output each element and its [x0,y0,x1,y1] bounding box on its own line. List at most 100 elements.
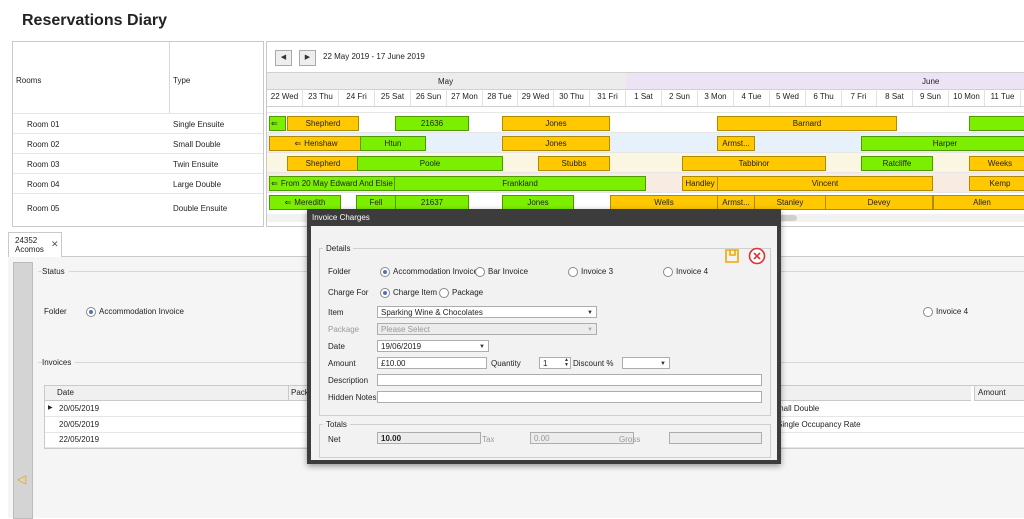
day-column-header: 24 Fri [339,88,375,106]
booking-block[interactable]: Handley [682,176,718,191]
date-value: 19/06/2019 [381,342,422,351]
day-column-header: 8 Sat [877,88,913,106]
invoice-4-radio[interactable]: Invoice 4 [923,307,968,317]
booking-block[interactable]: Vincent [717,176,933,191]
invoice-4-radio[interactable]: Invoice 4 [663,267,708,277]
accommodation-invoice-radio[interactable]: Accommodation Invoice [86,307,184,317]
next-period-button[interactable]: ▶ [299,50,316,66]
prev-period-button[interactable]: ◀ [275,50,292,66]
save-icon[interactable] [723,247,741,265]
booking-label: Henshaw [304,139,338,148]
booking-block[interactable]: Wells [610,195,718,210]
booking-block[interactable]: Fell [356,195,396,210]
booking-block[interactable]: ⇐ [269,116,286,131]
day-column-header: 23 Thu [303,88,339,106]
booking-block[interactable]: Jones [502,136,610,151]
expand-arrow-icon[interactable]: ◁ [17,472,26,486]
continues-left-icon: ⇐ [271,179,278,188]
room-row[interactable]: Room 04 Large Double [13,173,263,194]
bar-invoice-radio[interactable]: Bar Invoice [475,267,528,277]
booking-block[interactable]: Stanley [754,195,826,210]
quantity-stepper[interactable]: 1 ▲ ▼ [539,357,571,369]
date-column-header[interactable]: Date [45,386,297,401]
booking-label: Frankland [502,179,538,188]
arrow-right-icon: ▶ [304,54,311,61]
room-row[interactable]: Room 02 Small Double [13,133,263,154]
room-type: Large Double [173,180,222,189]
booking-block[interactable]: Shepherd [287,116,359,131]
booking-block[interactable]: Ratcliffe [861,156,933,171]
day-column-header: 22 Wed [267,88,303,106]
spinner-arrows-icon[interactable]: ▲ ▼ [564,358,569,368]
booking-label: Armst... [722,139,750,148]
booking-block[interactable]: Armst... [717,195,755,210]
booking-block[interactable]: ⇐ Meredith [269,195,341,210]
charge-item-radio[interactable]: Charge Item [380,288,437,298]
day-column-header: 9 Sun [913,88,949,106]
booking-block[interactable]: Armst... [717,136,755,151]
item-select[interactable]: Sparking Wine & Chocolates ▼ [377,306,597,318]
folder-label: Folder [328,267,351,276]
amount-input[interactable]: £10.00 [377,357,487,369]
amount-column-header[interactable]: Amount [974,386,1024,401]
collapse-strip[interactable]: ◁ [13,262,33,519]
booking-label: Harper [932,139,958,148]
booking-block[interactable]: Shepherd [287,156,359,171]
radio-label: Accommodation Invoice [393,267,478,277]
booking-block[interactable]: Poole [357,156,503,171]
booking-block[interactable]: 21636 [395,116,469,131]
description-input[interactable] [377,374,762,386]
booking-block[interactable]: Kemp [969,176,1024,191]
date-picker[interactable]: 19/06/2019 ▼ [377,340,489,352]
booking-block[interactable]: Htun [360,136,426,151]
calendar-room-row[interactable]: Shepherd Poole Stubbs Tabbinor Ratcliffe Week… [267,152,1024,173]
hidden-notes-input[interactable] [377,391,762,403]
item-value: Sparking Wine & Chocolates [381,308,483,317]
booking-block[interactable]: Stubbs [538,156,610,171]
document-tab[interactable]: 24352 Acomos ✕ [8,232,62,257]
day-header: 22 Wed 23 Thu 24 Fri 25 Sat 26 Sun 27 Mon 28 T… [267,88,1024,107]
booking-block[interactable]: Frankland [394,176,646,191]
calendar-room-row[interactable]: ⇐ Henshaw Htun Jones Armst... Harper [267,132,1024,153]
folder-label: Folder [44,307,67,316]
booking-block[interactable]: ⇐ From 20 May Edward And Elsie [269,176,395,191]
booking-label: Devey [867,198,891,207]
booking-block[interactable]: Barnard [717,116,897,131]
booking-label: Htun [384,139,402,148]
room-row[interactable]: Room 03 Twin Ensuite [13,153,263,174]
status-legend: Status [42,267,69,276]
room-type: Single Ensuite [173,120,225,129]
package-radio[interactable]: Package [439,288,483,298]
booking-label: 21637 [420,198,444,207]
discount-select[interactable]: ▼ [622,357,670,369]
day-column-header: 5 Wed [770,88,806,106]
column-divider [169,42,170,113]
room-row[interactable]: Room 01 Single Ensuite [13,113,263,134]
close-circle-icon[interactable] [748,247,766,265]
day-column-header: 30 Thu [554,88,590,106]
close-icon[interactable]: ✕ [51,239,59,250]
calendar-room-row[interactable]: ⇐ Shepherd 21636 Jones Barnard [267,112,1024,133]
booking-block[interactable]: Jones [502,195,574,210]
booking-block[interactable]: Jones [502,116,610,131]
booking-block[interactable]: Harper [861,136,1024,151]
accommodation-invoice-radio[interactable]: Accommodation Invoice [380,267,478,277]
booking-block[interactable]: Allen [933,195,1024,210]
room-row[interactable]: Room 05 Double Ensuite [13,193,263,226]
booking-block[interactable] [969,116,1024,131]
booking-block[interactable]: Devey [825,195,933,210]
row-date: 22/05/2019 [59,435,100,444]
dialog-body: Details Folder Accommodation Invoice Bar… [311,226,777,460]
radio-label: Invoice 4 [676,267,709,277]
radio-icon [475,267,485,277]
booking-block[interactable]: ⇐ Henshaw [269,136,363,151]
booking-block[interactable]: Weeks [969,156,1024,171]
day-column-header: 2 Sun [662,88,698,106]
booking-block[interactable]: Tabbinor [682,156,826,171]
row-description: mall Double [777,404,820,413]
calendar-room-row[interactable]: ⇐ From 20 May Edward And Elsie Frankland Ha… [267,172,1024,193]
room-name: Room 02 [27,140,60,149]
invoice-3-radio[interactable]: Invoice 3 [568,267,613,277]
booking-block[interactable]: 21637 [395,195,469,210]
package-select[interactable]: Please Select ▼ [377,323,597,335]
